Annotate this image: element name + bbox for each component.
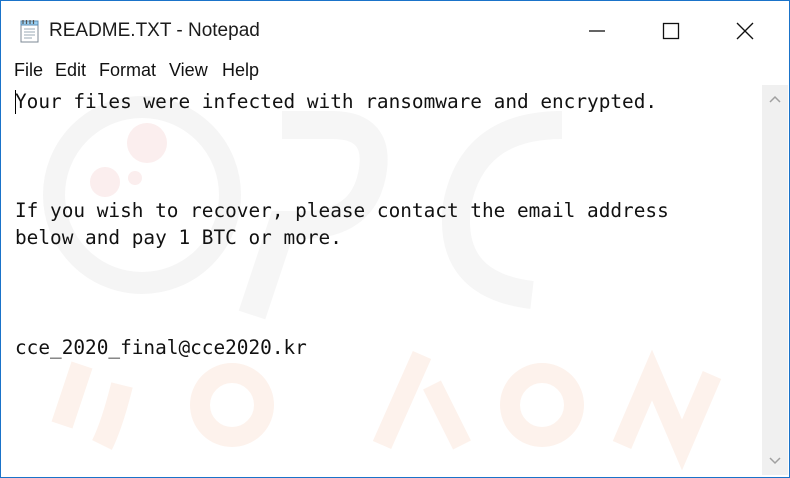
menu-file[interactable]: File	[14, 60, 43, 81]
title-bar[interactable]: README.TXT - Notepad	[1, 1, 789, 61]
maximize-icon	[662, 22, 680, 40]
minimize-button[interactable]	[561, 1, 633, 61]
maximize-button[interactable]	[635, 1, 707, 61]
close-button[interactable]	[709, 1, 781, 61]
window-title: README.TXT - Notepad	[49, 20, 260, 41]
scroll-up-button[interactable]	[762, 87, 788, 111]
scroll-down-button[interactable]	[762, 449, 788, 473]
chevron-down-icon	[769, 457, 781, 465]
vertical-scrollbar[interactable]	[762, 85, 788, 475]
document-text[interactable]: Your files were infected with ransomware…	[15, 88, 669, 361]
text-editor[interactable]: Your files were infected with ransomware…	[2, 85, 762, 475]
text-caret	[15, 90, 16, 114]
notepad-icon[interactable]	[19, 19, 41, 43]
menu-edit[interactable]: Edit	[55, 60, 86, 81]
chevron-up-icon	[769, 95, 781, 103]
menu-view[interactable]: View	[169, 60, 208, 81]
menu-bar: File Edit Format View Help	[1, 59, 789, 85]
notepad-window: README.TXT - Notepad File Edit Format Vi…	[0, 0, 790, 478]
minimize-icon	[589, 30, 605, 32]
menu-help[interactable]: Help	[222, 60, 259, 81]
close-icon	[736, 22, 754, 40]
menu-format[interactable]: Format	[99, 60, 156, 81]
